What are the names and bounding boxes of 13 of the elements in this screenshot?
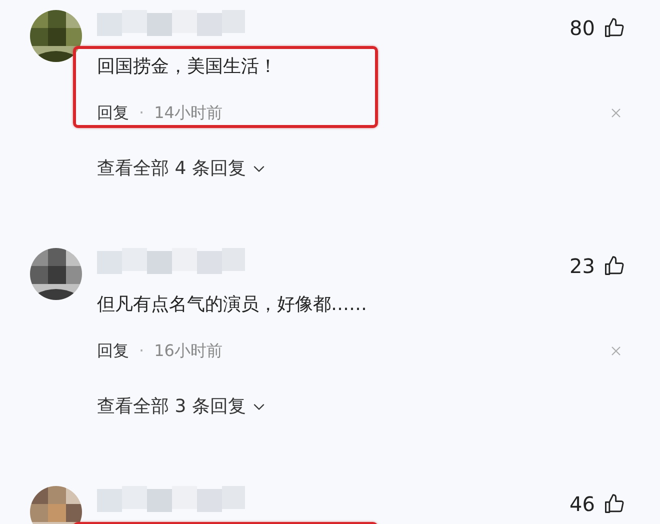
comment-text: 但凡有点名气的演员，好像都……: [97, 293, 367, 317]
reply-link[interactable]: 回复: [97, 103, 129, 123]
separator-dot: ·: [139, 103, 144, 123]
comment-time: 14小时前: [154, 103, 222, 123]
like-count: 80: [570, 16, 595, 40]
comment-text: 回国捞金，美国生活！: [97, 55, 278, 79]
view-replies-button[interactable]: 查看全部 3 条回复: [97, 396, 268, 418]
view-replies-button[interactable]: 查看全部 4 条回复: [97, 158, 268, 180]
like-count: 23: [570, 254, 595, 278]
comment-time: 16小时前: [154, 341, 222, 361]
like-count: 46: [570, 492, 595, 516]
reply-link[interactable]: 回复: [97, 341, 129, 361]
separator-dot: ·: [139, 341, 144, 361]
